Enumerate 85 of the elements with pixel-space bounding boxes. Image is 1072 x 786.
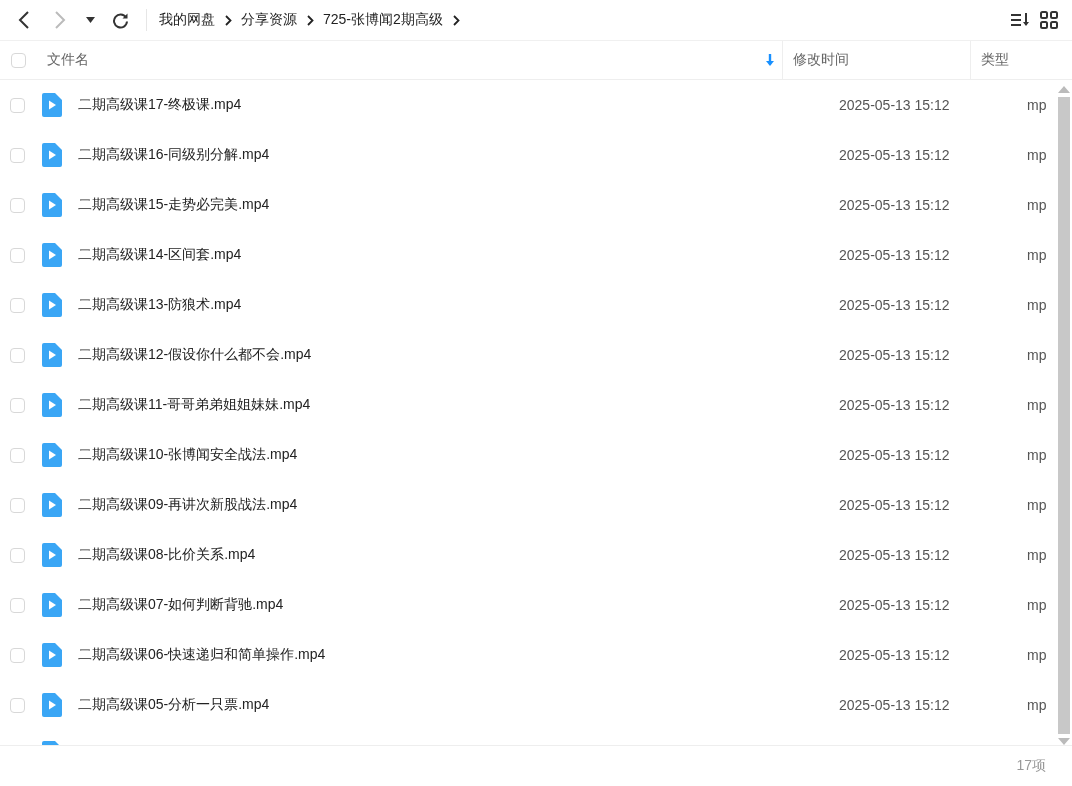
video-file-icon (42, 93, 62, 117)
file-name[interactable]: 二期高级课15-走势必完美.mp4 (78, 196, 270, 214)
modified-time: 2025-05-13 15:12 (839, 597, 950, 613)
file-name[interactable]: 二期高级课10-张博闻安全战法.mp4 (78, 446, 298, 464)
file-type: mp (1027, 647, 1047, 663)
modified-time: 2025-05-13 15:12 (839, 647, 950, 663)
checkbox[interactable] (10, 247, 25, 263)
file-type: mp (1027, 447, 1047, 463)
column-header[interactable]: 类型 (970, 41, 1026, 79)
file-name[interactable]: 二期高级课16-同级别分解.mp4 (78, 146, 270, 164)
modified-time: 2025-05-13 15:12 (839, 247, 950, 263)
video-file-icon (42, 343, 62, 367)
video-file-icon (42, 243, 62, 267)
file-type: mp (1027, 97, 1047, 113)
video-file-icon (42, 143, 62, 167)
caret-down-icon (85, 17, 95, 23)
scroll-up-arrow-icon[interactable] (1058, 86, 1070, 93)
checkbox[interactable] (10, 147, 25, 163)
checkbox[interactable] (11, 52, 26, 68)
sort-down-arrow-icon (766, 54, 774, 66)
breadcrumb-link[interactable]: 我的网盘 (159, 11, 215, 29)
checkbox[interactable] (10, 297, 25, 313)
scroll-down-arrow-icon[interactable] (1058, 738, 1070, 745)
video-file-icon (42, 543, 62, 567)
refresh-icon (111, 11, 129, 29)
chevron-right-icon (54, 10, 66, 30)
file-name[interactable]: 二期高级课07-如何判断背驰.mp4 (78, 596, 284, 614)
file-name[interactable]: 二期高级课12-假设你什么都不会.mp4 (78, 346, 312, 364)
checkbox[interactable] (10, 447, 25, 463)
modified-time: 2025-05-13 15:12 (839, 147, 950, 163)
video-file-icon (42, 393, 62, 417)
item-count: 17项 (1016, 757, 1046, 775)
file-type: mp (1027, 397, 1047, 413)
modified-time: 2025-05-13 15:12 (839, 297, 950, 313)
modified-time: 2025-05-13 15:12 (839, 347, 950, 363)
modified-time: 2025-05-13 15:12 (839, 447, 950, 463)
checkbox[interactable] (10, 597, 25, 613)
file-type: mp (1027, 697, 1047, 713)
column-header[interactable]: 文件名 (46, 41, 782, 79)
file-name[interactable]: 二期高级课09-再讲次新股战法.mp4 (78, 496, 298, 514)
checkbox[interactable] (10, 97, 25, 113)
file-name[interactable]: 二期高级课17-终极课.mp4 (78, 96, 242, 114)
video-file-icon (42, 443, 62, 467)
modified-time: 2025-05-13 15:12 (839, 97, 950, 113)
chevron-right-icon (452, 14, 460, 26)
file-name[interactable]: 二期高级课05-分析一只票.mp4 (78, 696, 270, 714)
breadcrumb-link[interactable]: 分享资源 (241, 11, 297, 29)
checkbox[interactable] (10, 547, 25, 563)
file-name[interactable]: 二期高级课13-防狼术.mp4 (78, 296, 242, 314)
breadcrumb-link[interactable]: 725-张博闻2期高级 (323, 11, 443, 29)
modified-time: 2025-05-13 15:12 (839, 397, 950, 413)
file-type: mp (1027, 347, 1047, 363)
chevron-right-icon (225, 14, 232, 26)
video-file-icon (42, 193, 62, 217)
sort-list-icon[interactable] (1010, 11, 1030, 29)
file-type: mp (1027, 597, 1047, 613)
checkbox[interactable] (10, 497, 25, 513)
modified-time: 2025-05-13 15:12 (839, 697, 950, 713)
file-name[interactable]: 二期高级课08-比价关系.mp4 (78, 546, 256, 564)
video-file-icon (42, 593, 62, 617)
file-type: mp (1027, 497, 1047, 513)
video-file-icon (42, 643, 62, 667)
column-header[interactable]: 修改时间 (782, 41, 970, 79)
chevron-left-icon (18, 10, 30, 30)
video-file-icon (42, 293, 62, 317)
file-name[interactable]: 二期高级课06-快速递归和简单操作.mp4 (78, 646, 326, 664)
modified-time: 2025-05-13 15:12 (839, 547, 950, 563)
checkbox[interactable] (10, 197, 25, 213)
grid-view-icon[interactable] (1040, 11, 1058, 29)
checkbox[interactable] (10, 397, 25, 413)
checkbox[interactable] (10, 647, 25, 663)
file-type: mp (1027, 197, 1047, 213)
file-type: mp (1027, 547, 1047, 563)
file-type: mp (1027, 147, 1047, 163)
chevron-right-icon (307, 14, 314, 26)
checkbox[interactable] (10, 697, 25, 713)
modified-time: 2025-05-13 15:12 (839, 497, 950, 513)
file-name[interactable]: 二期高级课14-区间套.mp4 (78, 246, 242, 264)
video-file-icon (42, 493, 62, 517)
file-type: mp (1027, 247, 1047, 263)
modified-time: 2025-05-13 15:12 (839, 197, 950, 213)
checkbox[interactable] (10, 347, 25, 363)
video-file-icon (42, 693, 62, 717)
file-name[interactable]: 二期高级课11-哥哥弟弟姐姐妹妹.mp4 (78, 396, 311, 414)
file-type: mp (1027, 297, 1047, 313)
